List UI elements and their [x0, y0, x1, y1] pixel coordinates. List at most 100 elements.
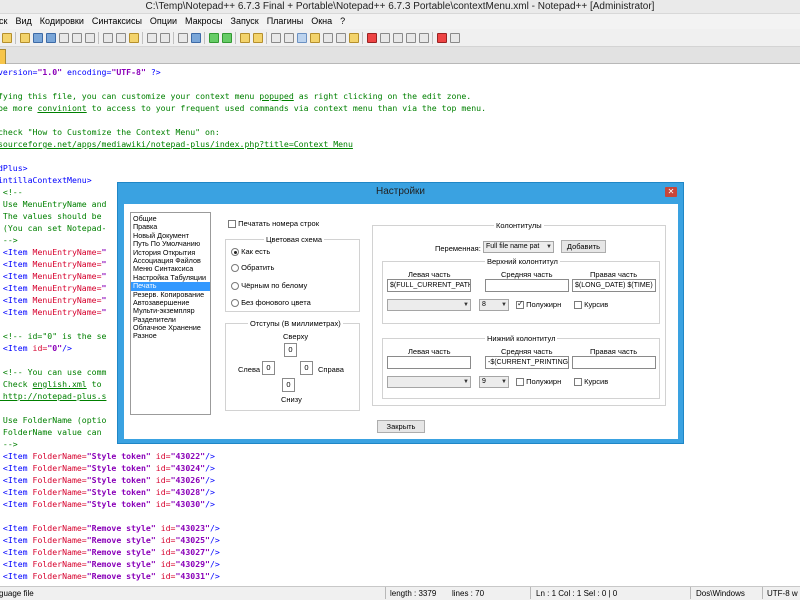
open-file-icon[interactable]: [19, 32, 30, 43]
cut-icon[interactable]: [102, 32, 113, 43]
category-item[interactable]: Ассоциация Файлов: [131, 257, 210, 265]
function-list-icon[interactable]: [335, 32, 346, 43]
redo-icon[interactable]: [159, 32, 170, 43]
menu-item[interactable]: ?: [336, 14, 349, 29]
header-right-input[interactable]: $(LONG_DATE) $(TIME): [572, 279, 656, 292]
print-icon[interactable]: [84, 32, 95, 43]
menu-item[interactable]: иск: [0, 14, 11, 29]
folder-workspace-icon[interactable]: [348, 32, 359, 43]
category-item[interactable]: Новый Документ: [131, 232, 210, 240]
category-item[interactable]: Автозавершение: [131, 299, 210, 307]
menu-item[interactable]: Плагины: [263, 14, 307, 29]
stop-macro-icon[interactable]: [379, 32, 390, 43]
close-button[interactable]: Закрыть: [377, 420, 425, 433]
copy-icon[interactable]: [115, 32, 126, 43]
header-bold-option[interactable]: Полужирн: [516, 299, 561, 310]
category-list[interactable]: Общие Правка Новый Документ Путь По Умолчан…: [130, 212, 211, 415]
color-radio-0[interactable]: [231, 248, 239, 257]
footer-italic-checkbox[interactable]: [574, 378, 582, 387]
header-center-input[interactable]: [485, 279, 569, 292]
footer-italic-option[interactable]: Курсив: [574, 377, 608, 387]
find-icon[interactable]: [177, 32, 188, 43]
replace-icon[interactable]: [190, 32, 201, 43]
category-item[interactable]: Меню Синтаксиса: [131, 265, 210, 273]
color-option-as-is[interactable]: Как есть: [231, 247, 270, 257]
color-radio-3[interactable]: [231, 299, 239, 308]
code-line: check "How to Customize the Context Menu…: [0, 126, 220, 138]
margin-top-input[interactable]: 0: [284, 343, 297, 357]
footer-font-size-select[interactable]: 9 ▼: [479, 376, 509, 388]
category-item[interactable]: Путь По Умолчанию: [131, 240, 210, 248]
zoom-in-icon[interactable]: [208, 32, 219, 43]
print-line-numbers-checkbox[interactable]: [228, 220, 236, 229]
close-file-icon[interactable]: [58, 32, 69, 43]
menu-item[interactable]: Запуск: [227, 14, 263, 29]
new-file-icon[interactable]: [1, 32, 12, 43]
category-item[interactable]: История Открытия: [131, 249, 210, 257]
document-map-icon[interactable]: [322, 32, 333, 43]
save-macro-icon[interactable]: [418, 32, 429, 43]
header-font-select[interactable]: ▼: [387, 299, 471, 311]
header-italic-option[interactable]: Курсив: [574, 300, 608, 310]
paste-icon[interactable]: [128, 32, 139, 43]
color-radio-2[interactable]: [231, 282, 239, 291]
run-macro-multiple-icon[interactable]: [405, 32, 416, 43]
add-variable-button[interactable]: Добавить: [561, 240, 606, 253]
category-item[interactable]: Общие: [131, 215, 210, 223]
header-bold-checkbox[interactable]: [516, 299, 524, 310]
show-all-chars-icon[interactable]: [283, 32, 294, 43]
color-option-invert[interactable]: Обратить: [231, 263, 274, 273]
sync-vertical-icon[interactable]: [239, 32, 250, 43]
margin-left-input[interactable]: 0: [262, 361, 275, 375]
spell-check-icon[interactable]: [436, 32, 447, 43]
footer-center-input[interactable]: -$(CURRENT_PRINTING_PAGE)-: [485, 356, 569, 369]
category-item[interactable]: Мульти-экземпляр: [131, 307, 210, 315]
header-italic-checkbox[interactable]: [574, 301, 582, 310]
category-item[interactable]: Резерв. Копирование: [131, 291, 210, 299]
category-item[interactable]: Разделители: [131, 316, 210, 324]
menu-item[interactable]: Макросы: [181, 14, 227, 29]
category-item[interactable]: Разное: [131, 332, 210, 340]
print-line-numbers-option[interactable]: Печатать номера строк: [228, 219, 319, 229]
user-language-icon[interactable]: [309, 32, 320, 43]
footer-left-input[interactable]: [387, 356, 471, 369]
spell-auto-icon[interactable]: [449, 32, 460, 43]
code-line: The values should be: [0, 210, 102, 222]
menu-item[interactable]: Окна: [307, 14, 336, 29]
play-macro-icon[interactable]: [392, 32, 403, 43]
header-left-input[interactable]: $(FULL_CURRENT_PATH): [387, 279, 471, 292]
color-radio-1[interactable]: [231, 264, 239, 273]
code-line: <Item FolderName="Style token" id="43030…: [0, 498, 215, 510]
category-item[interactable]: Правка: [131, 223, 210, 231]
undo-icon[interactable]: [146, 32, 157, 43]
tab-contextmenu-xml[interactable]: [0, 49, 6, 64]
save-icon[interactable]: [32, 32, 43, 43]
header-font-size-select[interactable]: 8 ▼: [479, 299, 509, 311]
footer-bold-option[interactable]: Полужирн: [516, 377, 561, 387]
menu-item[interactable]: Опции: [146, 14, 181, 29]
category-item[interactable]: Облачное Хранение: [131, 324, 210, 332]
close-icon[interactable]: ✕: [665, 187, 677, 197]
menu-item[interactable]: Кодировки: [36, 14, 88, 29]
margin-bottom-input[interactable]: 0: [282, 378, 295, 392]
footer-font-select[interactable]: ▼: [387, 376, 471, 388]
footer-bold-checkbox[interactable]: [516, 378, 524, 387]
color-option-black-white[interactable]: Чёрным по белому: [231, 281, 307, 291]
close-all-icon[interactable]: [71, 32, 82, 43]
indent-guide-icon[interactable]: [296, 32, 307, 43]
menu-item[interactable]: Синтаксисы: [88, 14, 146, 29]
menu-item[interactable]: Вид: [11, 14, 35, 29]
save-all-icon[interactable]: [45, 32, 56, 43]
chevron-down-icon: ▼: [501, 379, 507, 385]
sync-horizontal-icon[interactable]: [252, 32, 263, 43]
margin-right-input[interactable]: 0: [300, 361, 313, 375]
toolbar-separator: [204, 31, 205, 44]
word-wrap-icon[interactable]: [270, 32, 281, 43]
color-option-no-background[interactable]: Без фонового цвета: [231, 298, 311, 308]
variable-select[interactable]: Full file name pat ▼: [483, 241, 554, 253]
category-item[interactable]: Настройка Табуляции: [131, 274, 210, 282]
category-item[interactable]: Печать: [131, 282, 210, 291]
footer-right-input[interactable]: [572, 356, 656, 369]
record-macro-icon[interactable]: [366, 32, 377, 43]
zoom-out-icon[interactable]: [221, 32, 232, 43]
